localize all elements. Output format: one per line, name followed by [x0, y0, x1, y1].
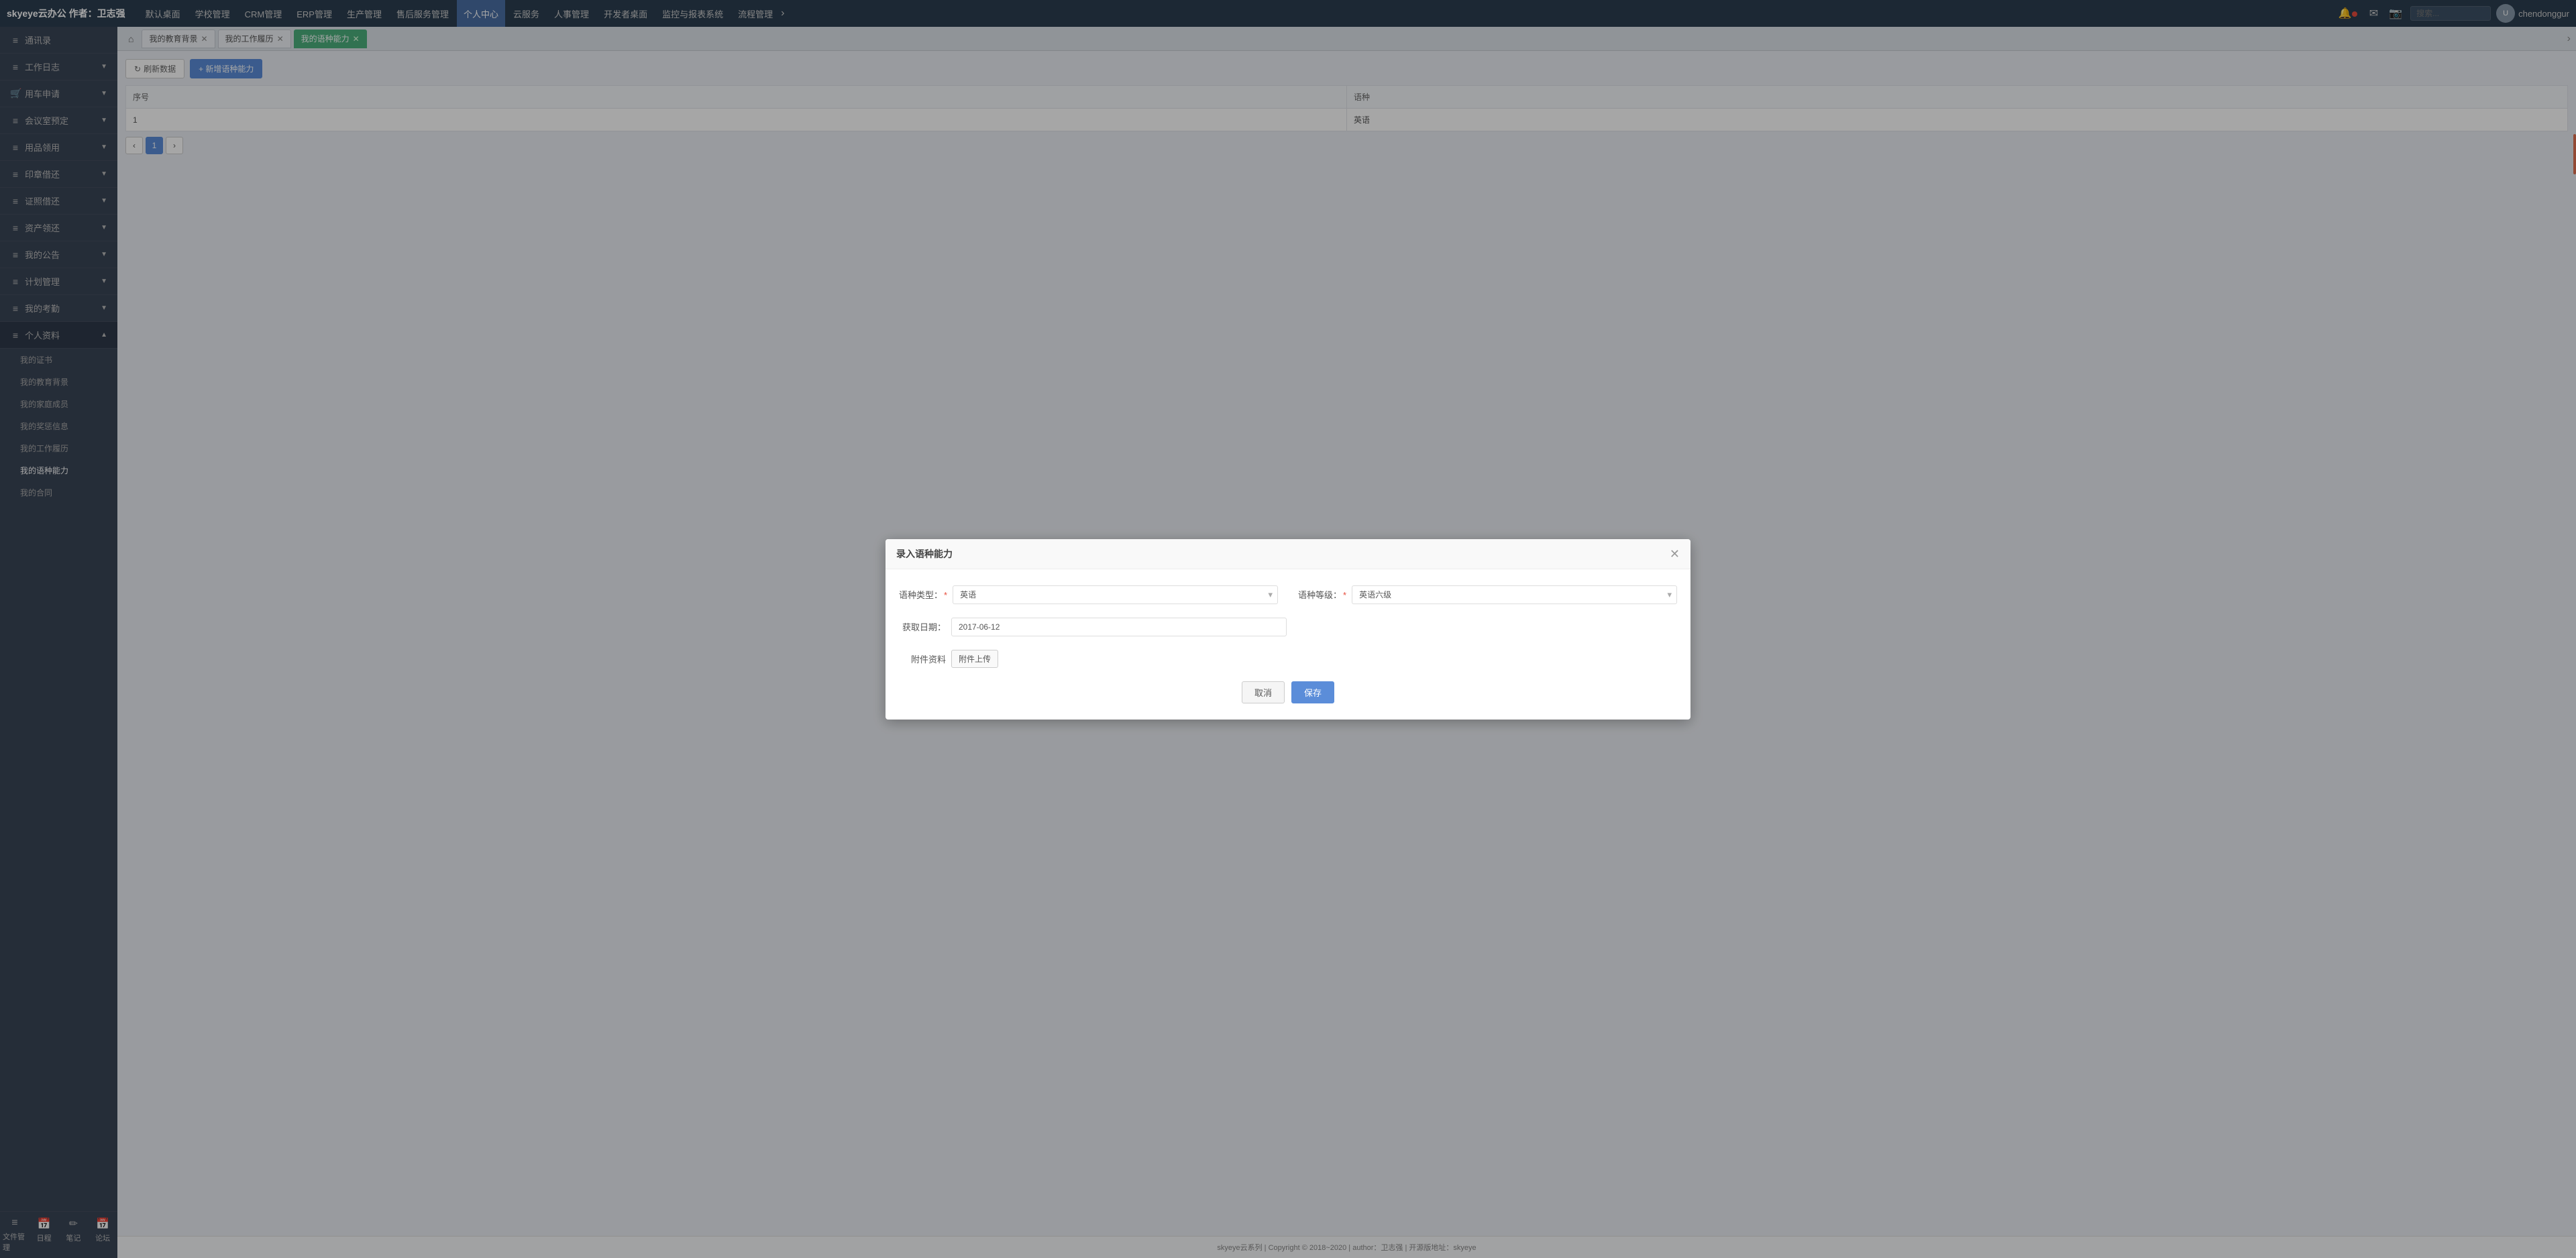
form-field-attachment: 附件资料 附件上传 [899, 650, 1677, 668]
upload-button[interactable]: 附件上传 [951, 650, 998, 668]
form-field-lang-level: 语种等级： 英语四级 英语六级 英语八级 雅思 托福 [1298, 585, 1677, 604]
lang-type-label: 语种类型： [899, 588, 947, 601]
modal-body: 语种类型： 英语 日语 法语 德语 西班牙语 语种等级： [885, 569, 1690, 720]
form-actions: 取消 保存 [899, 681, 1677, 703]
form-field-date: 获取日期： [899, 618, 1677, 636]
modal-close-button[interactable]: ✕ [1670, 548, 1680, 560]
date-input[interactable] [951, 618, 1287, 636]
date-label: 获取日期： [899, 620, 946, 633]
modal-overlay: 录入语种能力 ✕ 语种类型： 英语 日语 法语 德语 西班牙语 [0, 0, 2576, 1258]
lang-type-select-wrapper: 英语 日语 法语 德语 西班牙语 [953, 585, 1278, 604]
form-row-3: 附件资料 附件上传 [899, 650, 1677, 668]
form-row-1: 语种类型： 英语 日语 法语 德语 西班牙语 语种等级： [899, 585, 1677, 604]
lang-level-select[interactable]: 英语四级 英语六级 英语八级 雅思 托福 [1352, 585, 1677, 604]
modal-title: 录入语种能力 [896, 547, 953, 561]
lang-level-label: 语种等级： [1298, 588, 1346, 601]
save-button[interactable]: 保存 [1291, 681, 1334, 703]
attachment-label: 附件资料 [899, 652, 946, 665]
modal-header: 录入语种能力 ✕ [885, 539, 1690, 569]
lang-type-select[interactable]: 英语 日语 法语 德语 西班牙语 [953, 585, 1278, 604]
form-row-2: 获取日期： [899, 618, 1677, 636]
cancel-button[interactable]: 取消 [1242, 681, 1285, 703]
modal: 录入语种能力 ✕ 语种类型： 英语 日语 法语 德语 西班牙语 [885, 539, 1690, 720]
form-field-lang-type: 语种类型： 英语 日语 法语 德语 西班牙语 [899, 585, 1278, 604]
lang-level-select-wrapper: 英语四级 英语六级 英语八级 雅思 托福 [1352, 585, 1677, 604]
